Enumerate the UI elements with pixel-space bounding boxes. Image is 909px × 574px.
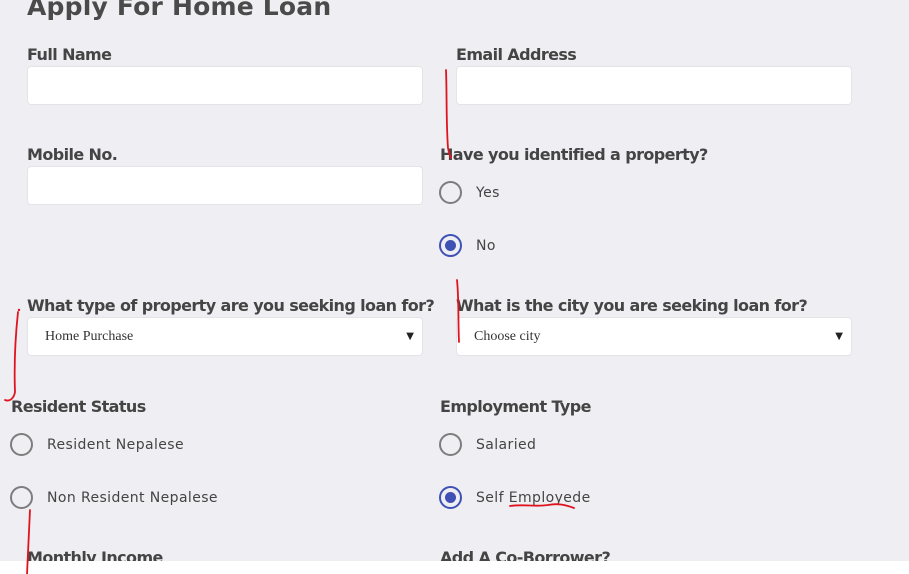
property-type-label: What type of property are you seeking lo… <box>27 296 435 315</box>
page-bottom-edge <box>0 561 909 574</box>
radio-unchecked-icon[interactable] <box>439 181 462 204</box>
property-type-selected-value: Home Purchase <box>45 328 134 344</box>
chevron-down-icon: ▼ <box>406 331 414 342</box>
email-label: Email Address <box>456 45 577 64</box>
city-selected-value: Choose city <box>474 328 541 344</box>
employment-type-label: Employment Type <box>440 397 591 416</box>
radio-unchecked-icon[interactable] <box>10 433 33 456</box>
resident-status-label: Resident Status <box>11 397 146 416</box>
email-input[interactable] <box>456 66 852 105</box>
mobile-label: Mobile No. <box>27 145 118 164</box>
property-identified-label: Have you identified a property? <box>440 145 708 164</box>
non-resident-nepalese-option[interactable]: Non Resident Nepalese <box>10 486 218 509</box>
resident-nepalese-option[interactable]: Resident Nepalese <box>10 433 184 456</box>
radio-label: Yes <box>476 184 500 201</box>
city-select[interactable]: Choose city ▼ <box>456 317 852 356</box>
salaried-option[interactable]: Salaried <box>439 433 536 456</box>
chevron-down-icon: ▼ <box>835 331 843 342</box>
radio-checked-icon[interactable] <box>439 234 462 257</box>
full-name-input[interactable] <box>27 66 423 105</box>
property-type-select[interactable]: Home Purchase ▼ <box>27 317 423 356</box>
radio-label: Self Employede <box>476 489 591 506</box>
radio-unchecked-icon[interactable] <box>10 486 33 509</box>
page-title: Apply For Home Loan <box>27 0 332 21</box>
full-name-label: Full Name <box>27 45 112 64</box>
radio-checked-icon[interactable] <box>439 486 462 509</box>
radio-unchecked-icon[interactable] <box>439 433 462 456</box>
property-identified-yes-option[interactable]: Yes <box>439 181 500 204</box>
radio-label: Non Resident Nepalese <box>47 489 218 506</box>
radio-label: No <box>476 237 496 254</box>
city-label: What is the city you are seeking loan fo… <box>456 296 808 315</box>
self-employed-option[interactable]: Self Employede <box>439 486 591 509</box>
radio-label: Salaried <box>476 436 537 453</box>
mobile-input[interactable] <box>27 166 423 205</box>
annotation-stroke <box>4 311 19 402</box>
property-identified-no-option[interactable]: No <box>439 234 496 257</box>
annotation-dot <box>17 308 21 312</box>
radio-label: Resident Nepalese <box>47 436 184 453</box>
